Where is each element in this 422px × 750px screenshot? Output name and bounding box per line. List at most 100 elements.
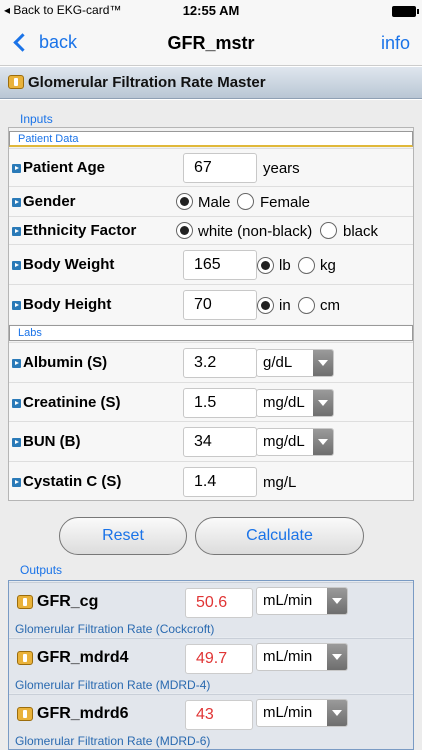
chevron-down-icon [327,588,347,614]
gfr-mdrd6-name: GFR_mdrd6 [37,705,129,722]
output-row-gfr-mdrd4: GFR_mdrd4 49.7 mL/min Glomerular Filtrat… [9,638,413,693]
gfr-cg-description: Glomerular Filtration Rate (Cockcroft) [15,622,215,636]
reset-button[interactable]: Reset [59,517,187,555]
height-cm-label: cm [320,297,340,314]
gender-male-radio[interactable] [176,193,193,210]
disclosure-arrow-icon[interactable] [12,478,21,487]
gender-female-label: Female [260,194,311,211]
ethnicity-row: Ethnicity Factor white (non-black) black [9,216,413,244]
gfr-mdrd6-unit-select[interactable]: mL/min [256,699,348,727]
body-weight-label: Body Weight [23,256,115,273]
bun-unit-value: mg/dL [263,433,305,450]
disclosure-arrow-icon[interactable] [12,261,21,270]
disclosure-arrow-icon[interactable] [12,198,21,207]
cystatin-label: Cystatin C (S) [23,473,122,490]
ethnicity-black-label: black [343,223,379,240]
gfr-mdrd4-unit-select[interactable]: mL/min [256,643,348,671]
ethnicity-white-label: white (non-black) [198,223,313,240]
chevron-down-icon [327,644,347,670]
page-title: GFR_mstr [167,33,255,53]
calculator-header: Glomerular Filtration Rate Master [0,67,422,99]
output-row-gfr-mdrd6: GFR_mdrd6 43 mL/min Glomerular Filtratio… [9,694,413,749]
gender-row: Gender Male Female [9,186,413,216]
patient-age-unit: years [263,160,300,177]
disclosure-arrow-icon[interactable] [12,399,21,408]
height-in-radio[interactable] [257,297,274,314]
bun-row: BUN (B) 34 mg/dL [9,421,413,461]
weight-kg-label: kg [320,257,336,274]
albumin-unit-value: g/dL [263,354,293,371]
gfr-mdrd4-value: 49.7 [185,644,253,674]
gfr-mdrd6-unit-value: mL/min [263,704,313,721]
weight-lb-label: lb [279,257,291,274]
battery-icon [392,6,419,17]
height-cm-radio[interactable] [298,297,315,314]
ethnicity-black-radio[interactable] [320,222,337,239]
chevron-down-icon [313,390,333,416]
albumin-row: Albumin (S) 3.2 g/dL [9,342,413,382]
gfr-cg-unit-value: mL/min [263,592,313,609]
gfr-mdrd6-value: 43 [185,700,253,730]
gfr-mdrd6-description: Glomerular Filtration Rate (MDRD-6) [15,734,211,748]
navigation-bar: back GFR_mstr info [0,22,422,66]
outputs-section-label: Outputs [20,563,63,577]
status-time: 12:55 AM [182,3,240,18]
gfr-mdrd4-unit-value: mL/min [263,648,313,665]
patient-age-row: Patient Age 67 years [9,148,413,186]
labs-header: Labs [9,325,413,341]
cystatin-unit: mg/L [263,474,297,491]
calculator-title: Glomerular Filtration Rate Master [28,74,266,91]
disclosure-arrow-icon[interactable] [12,359,21,368]
chevron-down-icon [313,350,333,376]
body-weight-row: Body Weight 165 lb kg [9,244,413,284]
gfr-cg-value: 50.6 [185,588,253,618]
weight-lb-radio[interactable] [257,257,274,274]
gfr-cg-name: GFR_cg [37,593,99,610]
albumin-label: Albumin (S) [23,354,108,371]
creatinine-input[interactable]: 1.5 [183,388,257,418]
ethnicity-label: Ethnicity Factor [23,222,137,239]
status-bar: ◂ Back to EKG-card™ 12:55 AM [0,0,422,22]
calculator-icon [17,595,33,609]
disclosure-arrow-icon[interactable] [12,227,21,236]
cystatin-row: Cystatin C (S) 1.4 mg/L [9,461,413,500]
output-row-gfr-cg: GFR_cg 50.6 mL/min Glomerular Filtration… [9,582,413,637]
bun-input[interactable]: 34 [183,427,257,457]
info-button[interactable]: info [381,33,410,54]
bun-unit-select[interactable]: mg/dL [256,428,334,456]
inputs-section-label: Inputs [20,112,53,126]
body-height-input[interactable]: 70 [183,290,257,320]
patient-age-input[interactable]: 67 [183,153,257,183]
gfr-cg-unit-select[interactable]: mL/min [256,587,348,615]
calculator-icon [8,75,24,89]
patient-data-header: Patient Data [9,131,413,147]
creatinine-unit-select[interactable]: mg/dL [256,389,334,417]
body-height-row: Body Height 70 in cm [9,284,413,324]
albumin-unit-select[interactable]: g/dL [256,349,334,377]
disclosure-arrow-icon[interactable] [12,164,21,173]
patient-age-label: Patient Age [23,159,105,176]
gender-label: Gender [23,193,76,210]
gender-female-radio[interactable] [237,193,254,210]
body-weight-input[interactable]: 165 [183,250,257,280]
gfr-mdrd4-name: GFR_mdrd4 [37,649,129,666]
disclosure-arrow-icon[interactable] [12,438,21,447]
creatinine-label: Creatinine (S) [23,394,121,411]
calculator-icon [17,707,33,721]
chevron-down-icon [313,429,333,455]
chevron-down-icon [327,700,347,726]
height-in-label: in [279,297,291,314]
body-height-label: Body Height [23,296,112,313]
gender-male-label: Male [198,194,231,211]
disclosure-arrow-icon[interactable] [12,301,21,310]
ethnicity-white-radio[interactable] [176,222,193,239]
calculator-icon [17,651,33,665]
calculate-button[interactable]: Calculate [195,517,364,555]
creatinine-unit-value: mg/dL [263,394,305,411]
weight-kg-radio[interactable] [298,257,315,274]
creatinine-row: Creatinine (S) 1.5 mg/dL [9,382,413,421]
gfr-mdrd4-description: Glomerular Filtration Rate (MDRD-4) [15,678,211,692]
cystatin-input[interactable]: 1.4 [183,467,257,497]
bun-label: BUN (B) [23,433,81,450]
albumin-input[interactable]: 3.2 [183,348,257,378]
